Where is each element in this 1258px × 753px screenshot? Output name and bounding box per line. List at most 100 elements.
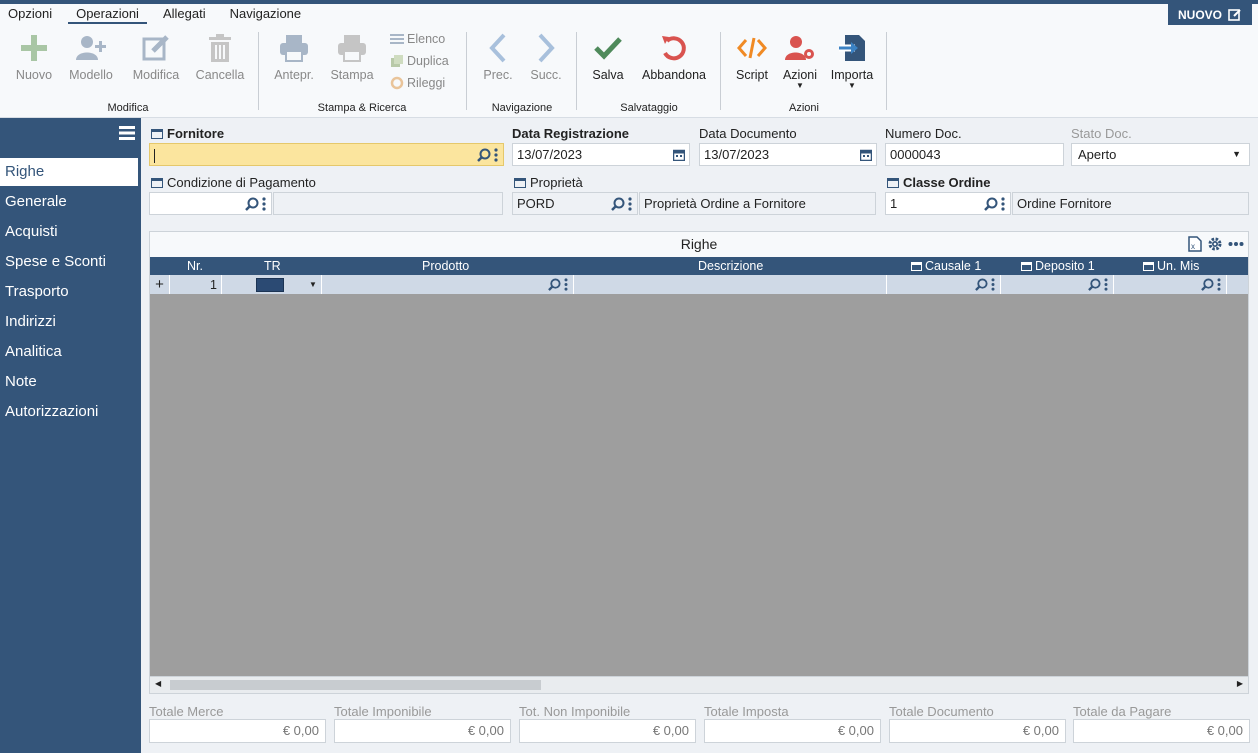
more-vertical-icon[interactable] xyxy=(563,278,569,291)
more-vertical-icon[interactable] xyxy=(990,278,996,291)
proprieta-description: Proprietà Ordine a Fornitore xyxy=(639,192,876,215)
more-vertical-icon[interactable] xyxy=(627,196,633,211)
stampa-label: Stampa xyxy=(330,68,374,82)
row-prodotto[interactable] xyxy=(322,275,574,294)
nuovo-button[interactable]: NUOVO xyxy=(1168,4,1252,25)
classe-ordine-label-text: Classe Ordine xyxy=(903,175,991,190)
totale-da-pagare-value: € 0,00 xyxy=(1073,719,1250,743)
column-nr[interactable]: Nr. xyxy=(187,257,203,275)
window-icon xyxy=(514,177,526,188)
duplica-button[interactable]: Duplica xyxy=(390,50,449,72)
azioni-button[interactable]: Azioni ▼ xyxy=(770,28,830,90)
sidebar-item-trasporto[interactable]: Trasporto xyxy=(0,278,138,306)
caret-down-icon: ▼ xyxy=(1232,149,1241,159)
search-icon[interactable] xyxy=(611,197,625,211)
window-icon xyxy=(1021,261,1032,271)
cancella-button[interactable]: Cancella xyxy=(190,28,250,82)
menu-navigazione[interactable]: Navigazione xyxy=(222,4,310,24)
sidebar-item-generale[interactable]: Generale xyxy=(0,188,138,216)
sidebar-item-righe[interactable]: Righe xyxy=(0,158,138,186)
table-row[interactable]: + 1 ▼ xyxy=(150,275,1248,294)
row-tr-select[interactable]: ▼ xyxy=(222,275,322,294)
code-icon xyxy=(737,37,767,59)
more-vertical-icon[interactable] xyxy=(493,147,499,162)
modello-button[interactable]: Modello xyxy=(61,28,121,82)
search-icon[interactable] xyxy=(245,197,259,211)
column-descrizione[interactable]: Descrizione xyxy=(698,257,763,275)
row-um[interactable] xyxy=(1114,275,1227,294)
sidebar-item-autorizzazioni[interactable]: Autorizzazioni xyxy=(0,398,138,426)
data-registrazione-value: 13/07/2023 xyxy=(517,147,583,162)
rileggi-label: Rileggi xyxy=(407,76,446,90)
stampa-button[interactable]: Stampa xyxy=(322,28,382,82)
row-causale[interactable] xyxy=(887,275,1001,294)
salva-label: Salva xyxy=(592,68,624,82)
trash-icon xyxy=(209,34,231,62)
column-um[interactable]: Un. Mis xyxy=(1143,257,1199,275)
more-vertical-icon[interactable] xyxy=(261,196,267,211)
search-icon[interactable] xyxy=(1201,278,1214,291)
importa-button[interactable]: Importa ▼ xyxy=(822,28,882,90)
calendar-icon[interactable] xyxy=(673,149,685,161)
add-row-button[interactable]: + xyxy=(150,275,170,294)
row-deposito[interactable] xyxy=(1001,275,1114,294)
modifica-button[interactable]: Modifica xyxy=(126,28,186,82)
antepr-button[interactable]: Antepr. xyxy=(264,28,324,82)
gear-icon[interactable] xyxy=(1208,237,1222,251)
separator xyxy=(466,32,467,110)
data-registrazione-label: Data Registrazione xyxy=(512,126,630,141)
sidebar-item-spese-sconti[interactable]: Spese e Sconti xyxy=(0,248,138,276)
horizontal-scrollbar[interactable]: ◀ ▶ xyxy=(150,676,1248,693)
numero-doc-field[interactable]: 0000043 xyxy=(885,143,1064,166)
search-icon[interactable] xyxy=(1088,278,1101,291)
more-vertical-icon[interactable] xyxy=(1103,278,1109,291)
column-causale-label: Causale 1 xyxy=(925,259,982,273)
column-causale[interactable]: Causale 1 xyxy=(911,257,981,275)
classe-ordine-field[interactable]: 1 xyxy=(885,192,1011,215)
rileggi-button[interactable]: Rileggi xyxy=(390,72,449,94)
data-registrazione-field[interactable]: 13/07/2023 xyxy=(512,143,690,166)
more-horizontal-icon[interactable] xyxy=(1228,241,1244,247)
salva-button[interactable]: Salva xyxy=(578,28,638,82)
more-vertical-icon[interactable] xyxy=(1000,196,1006,211)
window-icon xyxy=(911,261,922,271)
menu-allegati[interactable]: Allegati xyxy=(155,4,214,24)
next-button[interactable]: Succ. xyxy=(516,28,576,82)
search-icon[interactable] xyxy=(548,278,561,291)
column-tr[interactable]: TR xyxy=(264,257,281,275)
fornitore-field[interactable] xyxy=(149,143,504,166)
elenco-button[interactable]: Elenco xyxy=(390,28,449,50)
abbandona-button[interactable]: Abbandona xyxy=(638,28,710,82)
column-prodotto[interactable]: Prodotto xyxy=(422,257,469,275)
scroll-right-icon[interactable]: ▶ xyxy=(1237,679,1243,688)
menu-operazioni[interactable]: Operazioni xyxy=(68,4,147,24)
search-icon[interactable] xyxy=(984,197,998,211)
sidebar-item-indirizzi[interactable]: Indirizzi xyxy=(0,308,138,336)
sidebar-item-note[interactable]: Note xyxy=(0,368,138,396)
search-icon[interactable] xyxy=(477,148,491,162)
more-vertical-icon[interactable] xyxy=(1216,278,1222,291)
scroll-left-icon[interactable]: ◀ xyxy=(155,679,161,688)
excel-export-icon[interactable]: x xyxy=(1188,236,1202,252)
nuovo-tool-button[interactable]: Nuovo xyxy=(4,28,64,82)
calendar-icon[interactable] xyxy=(860,149,872,161)
numero-doc-value: 0000043 xyxy=(890,147,941,162)
sidebar-item-analitica[interactable]: Analitica xyxy=(0,338,138,366)
stato-doc-select[interactable]: Aperto ▼ xyxy=(1071,143,1250,166)
edit-icon xyxy=(142,35,169,61)
menu-opzioni[interactable]: Opzioni xyxy=(0,4,60,24)
svg-text:x: x xyxy=(1191,242,1195,251)
hamburger-menu-icon[interactable] xyxy=(119,126,135,140)
proprieta-field[interactable]: PORD xyxy=(512,192,638,215)
row-descrizione[interactable] xyxy=(574,275,887,294)
scrollbar-thumb[interactable] xyxy=(170,680,541,690)
column-deposito[interactable]: Deposito 1 xyxy=(1021,257,1095,275)
modello-label: Modello xyxy=(69,68,113,82)
sidebar-item-acquisti[interactable]: Acquisti xyxy=(0,218,138,246)
separator xyxy=(576,32,577,110)
menu-bar: Opzioni Operazioni Allegati Navigazione xyxy=(0,4,317,24)
search-icon[interactable] xyxy=(975,278,988,291)
data-documento-field[interactable]: 13/07/2023 xyxy=(699,143,877,166)
condizione-pagamento-field[interactable] xyxy=(149,192,272,215)
user-gear-icon xyxy=(785,36,814,60)
